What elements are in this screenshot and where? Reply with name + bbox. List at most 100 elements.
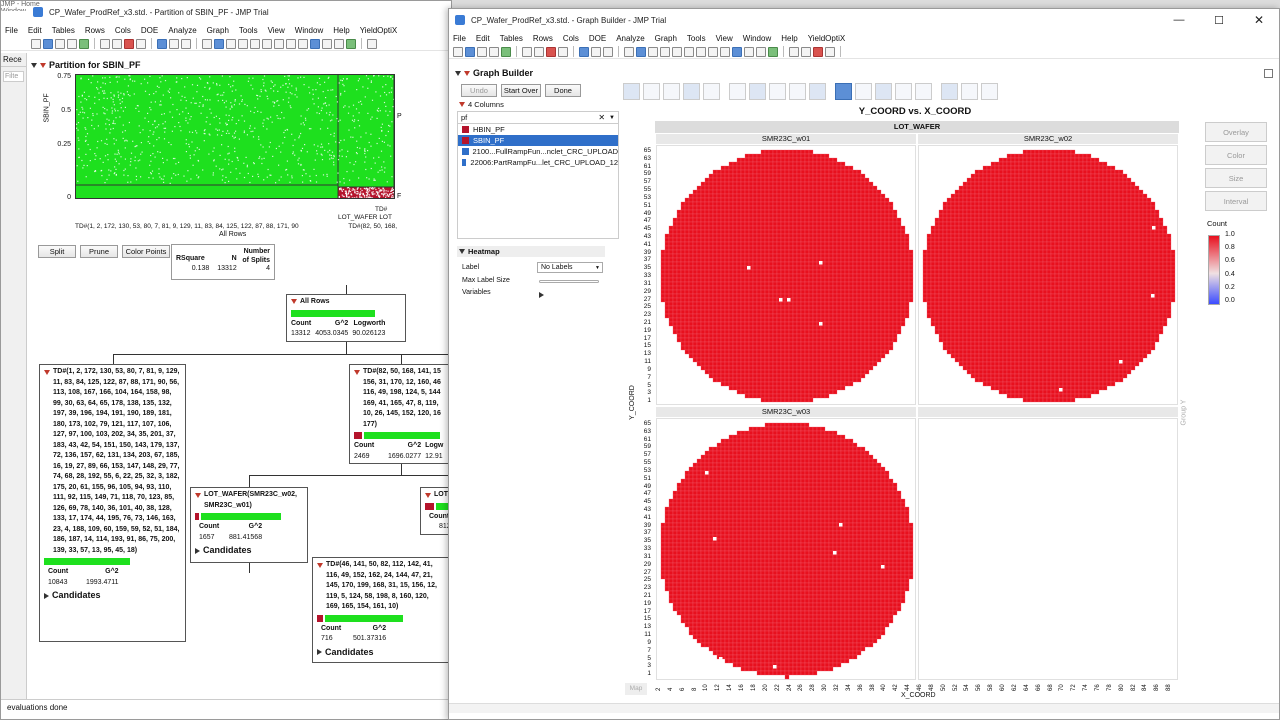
toolbar-tool-icon[interactable] [43, 38, 53, 49]
toolbar-tool-icon[interactable] [534, 46, 544, 57]
node-td-bottom[interactable]: TD#(46, 141, 50, 82, 112, 142, 41, 116, … [312, 557, 449, 663]
toolbar-tool-icon[interactable] [322, 38, 332, 49]
menu-rows[interactable]: Rows [533, 34, 553, 43]
toolbar-tool-icon[interactable] [136, 38, 146, 49]
disclosure-icon[interactable] [195, 547, 200, 554]
toolbar-tool-icon[interactable] [250, 38, 260, 49]
formula-element-icon[interactable] [941, 83, 958, 100]
interval-zone[interactable]: Interval [1205, 191, 1267, 211]
node-td-left[interactable]: TD#(1, 2, 172, 130, 53, 80, 7, 81, 9, 12… [39, 364, 186, 642]
toolbar-tool-icon[interactable] [546, 46, 556, 57]
clear-search-icon[interactable]: ✕ [598, 113, 605, 122]
toolbar-tool-icon[interactable] [67, 38, 77, 49]
menu-help[interactable]: Help [781, 34, 797, 43]
toolbar-tool-icon[interactable] [768, 46, 778, 57]
bar-element-icon[interactable] [749, 83, 766, 100]
line-element-icon[interactable] [729, 83, 746, 100]
menu-yieldoptix[interactable]: YieldOptiX [808, 34, 846, 43]
toolbar-tool-icon[interactable] [477, 46, 487, 57]
toolbar-tool-icon[interactable] [310, 38, 320, 49]
node-menu-icon[interactable] [317, 563, 323, 568]
toolbar-tool-icon[interactable] [157, 38, 167, 49]
toolbar-tool-icon[interactable] [334, 38, 344, 49]
menu-graph[interactable]: Graph [655, 34, 677, 43]
menu-help[interactable]: Help [333, 26, 349, 35]
toolbar-tool-icon[interactable] [603, 46, 613, 57]
menu-yieldoptix[interactable]: YieldOptiX [360, 26, 398, 35]
window-restore-icon[interactable] [1264, 69, 1273, 78]
color-points-button[interactable]: Color Points [122, 245, 170, 258]
histogram-element-icon[interactable] [809, 83, 826, 100]
menu-graph[interactable]: Graph [207, 26, 229, 35]
disclosure-icon[interactable] [459, 249, 465, 254]
toolbar-tool-icon[interactable] [226, 38, 236, 49]
toolbar-tool-icon[interactable] [214, 38, 224, 49]
toolbar-tool-icon[interactable] [684, 46, 694, 57]
menu-view[interactable]: View [716, 34, 733, 43]
start-over-button[interactable]: Start Over [501, 84, 541, 97]
toolbar-tool-icon[interactable] [732, 46, 742, 57]
caption-element-icon[interactable] [915, 83, 932, 100]
toolbar-tool-icon[interactable] [660, 46, 670, 57]
toolbar-tool-icon[interactable] [591, 46, 601, 57]
size-zone[interactable]: Size [1205, 168, 1267, 188]
split-button[interactable]: Split [38, 245, 76, 258]
heatmap-element-icon[interactable] [835, 83, 852, 100]
menu-doe[interactable]: DOE [589, 34, 606, 43]
undo-button[interactable]: Undo [461, 84, 497, 97]
toolbar-tool-icon[interactable] [756, 46, 766, 57]
x-axis-label[interactable]: X_COORD [901, 692, 936, 699]
columns-menu-icon[interactable] [459, 102, 465, 107]
candidates-toggle[interactable]: Candidates [195, 545, 303, 556]
toolbar-tool-icon[interactable] [720, 46, 730, 57]
node-menu-icon[interactable] [291, 298, 297, 304]
red-triangle-menu-icon[interactable] [464, 70, 470, 76]
toolbar-tool-icon[interactable] [181, 38, 191, 49]
toolbar-tool-icon[interactable] [696, 46, 706, 57]
points-element-icon[interactable] [623, 83, 640, 100]
menu-analyze[interactable]: Analyze [616, 34, 644, 43]
disclosure-icon[interactable] [455, 70, 461, 76]
menu-edit[interactable]: Edit [28, 26, 42, 35]
disclosure-icon[interactable] [317, 649, 322, 656]
y-axis-label[interactable]: Y_COORD [629, 385, 636, 420]
node-td-right[interactable]: TD#(82, 50, 168, 141, 15 156, 31, 170, 1… [349, 364, 451, 464]
pie-element-icon[interactable] [855, 83, 872, 100]
group-y-zone[interactable]: Group Y [1180, 400, 1187, 426]
bottom-scrollbar[interactable] [449, 703, 1279, 713]
node-menu-icon[interactable] [425, 493, 431, 498]
toolbar-tool-icon[interactable] [501, 46, 511, 57]
wafer-map-w03[interactable] [656, 418, 916, 680]
menu-cols[interactable]: Cols [563, 34, 579, 43]
overlay-zone[interactable]: Overlay [1205, 122, 1267, 142]
toolbar-tool-icon[interactable] [789, 46, 799, 57]
toolbar-tool-icon[interactable] [489, 46, 499, 57]
toolbar-tool-icon[interactable] [648, 46, 658, 57]
close-icon[interactable]: ✕ [1239, 13, 1279, 27]
menu-tables[interactable]: Tables [500, 34, 523, 43]
label-select[interactable]: No Labels ▼ [537, 262, 603, 273]
toolbar-tool-icon[interactable] [636, 46, 646, 57]
menu-doe[interactable]: DOE [141, 26, 158, 35]
menu-tools[interactable]: Tools [239, 26, 258, 35]
partition-titlebar[interactable]: CP_Wafer_ProdRef_x3.std. - Partition of … [1, 1, 451, 23]
toolbar-tool-icon[interactable] [286, 38, 296, 49]
toolbar-tool-icon[interactable] [453, 46, 463, 57]
toolbar-tool-icon[interactable] [55, 38, 65, 49]
toolbar-tool-icon[interactable] [112, 38, 122, 49]
toolbar-tool-icon[interactable] [813, 46, 823, 57]
candidates-toggle[interactable]: Candidates [44, 590, 181, 601]
candidates-toggle[interactable]: Candidates [317, 647, 444, 658]
menu-tools[interactable]: Tools [687, 34, 706, 43]
toolbar-tool-icon[interactable] [801, 46, 811, 57]
column-item[interactable]: HBIN_PF [458, 124, 618, 135]
prune-button[interactable]: Prune [80, 245, 118, 258]
ellipse-element-icon[interactable] [683, 83, 700, 100]
toolbar-tool-icon[interactable] [202, 38, 212, 49]
toolbar-tool-icon[interactable] [367, 38, 377, 49]
columns-header[interactable]: 4 Columns [459, 100, 504, 109]
toolbar-tool-icon[interactable] [624, 46, 634, 57]
recent-tab[interactable]: Rece [1, 53, 26, 67]
menu-rows[interactable]: Rows [85, 26, 105, 35]
max-label-size-slider[interactable] [539, 280, 599, 283]
